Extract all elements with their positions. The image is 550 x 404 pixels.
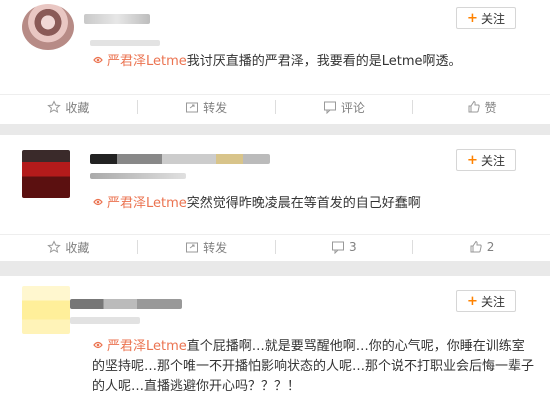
like-button[interactable]: 赞 xyxy=(413,95,550,119)
collect-button[interactable]: 收藏 xyxy=(0,95,137,119)
follow-button[interactable]: + 关注 xyxy=(456,149,516,171)
blurred-username xyxy=(90,154,270,164)
comment-button[interactable]: 3 xyxy=(276,235,413,259)
weibo-comment-3: + 关注 严君泽Letme直个屁播啊…就是要骂醒他啊…你的心气呢，你睡在训练室的… xyxy=(0,276,550,404)
user-avatar[interactable] xyxy=(22,4,74,50)
repost-button[interactable]: 转发 xyxy=(138,95,275,119)
thumbs-up-icon xyxy=(468,100,480,113)
weibo-comment-1: + 关注 严君泽Letme我讨厌直播的严君泽，我要看的是Letme啊透。 收藏 … xyxy=(0,0,550,124)
plus-icon: + xyxy=(467,152,478,168)
follow-button[interactable]: + 关注 xyxy=(456,7,516,29)
comment-text: 严君泽Letme直个屁播啊…就是要骂醒他啊…你的心气呢，你睡在训练室的坚持呢…那… xyxy=(92,339,535,394)
hashtag-link[interactable]: 严君泽Letme xyxy=(92,54,187,69)
action-bar: 收藏 转发 评论 赞 xyxy=(0,94,550,119)
blurred-meta xyxy=(70,317,140,324)
plus-icon: + xyxy=(467,10,478,26)
follow-label: 关注 xyxy=(480,294,505,309)
blurred-username xyxy=(70,299,182,309)
link-icon xyxy=(93,198,103,206)
share-icon xyxy=(186,102,199,113)
comment-button[interactable]: 评论 xyxy=(276,95,413,119)
comment-text: 严君泽Letme我讨厌直播的严君泽，我要看的是Letme啊透。 xyxy=(92,52,526,72)
follow-button[interactable]: + 关注 xyxy=(456,290,516,312)
link-icon xyxy=(93,341,103,349)
weibo-comment-2: + 关注 严君泽Letme突然觉得昨晚凌晨在等首发的自己好蠢啊 收藏 转发 3 … xyxy=(0,135,550,261)
action-bar: 收藏 转发 3 2 xyxy=(0,234,550,259)
plus-icon: + xyxy=(467,293,478,309)
follow-label: 关注 xyxy=(480,11,505,26)
comment-text: 严君泽Letme突然觉得昨晚凌晨在等首发的自己好蠢啊 xyxy=(92,194,526,214)
follow-label: 关注 xyxy=(480,153,505,168)
user-avatar[interactable] xyxy=(22,286,70,334)
blurred-meta xyxy=(90,40,160,46)
hashtag-link[interactable]: 严君泽Letme xyxy=(92,196,187,211)
comment-icon xyxy=(323,101,336,114)
share-icon xyxy=(186,242,199,253)
hashtag-link[interactable]: 严君泽Letme xyxy=(92,339,187,354)
blurred-meta xyxy=(90,173,186,179)
comment-icon xyxy=(332,241,345,254)
repost-button[interactable]: 转发 xyxy=(138,235,275,259)
star-icon xyxy=(47,240,62,254)
like-button[interactable]: 2 xyxy=(413,235,550,259)
star-icon xyxy=(47,100,62,114)
collect-button[interactable]: 收藏 xyxy=(0,235,137,259)
thumbs-up-icon xyxy=(470,240,482,253)
blurred-username xyxy=(84,14,150,24)
user-avatar[interactable] xyxy=(22,150,70,198)
link-icon xyxy=(93,56,103,64)
